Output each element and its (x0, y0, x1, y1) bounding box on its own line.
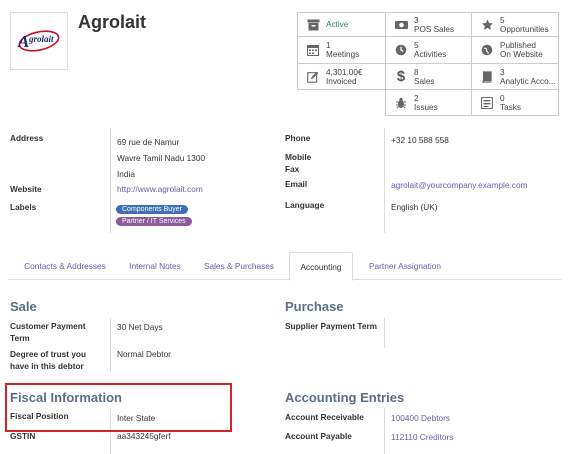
smart-buttons: Active 3 POS Sales 5 Opportunities 1 Meetin… (297, 12, 559, 116)
gstin-label: GSTIN (10, 431, 36, 441)
mobile-label: Mobile (285, 152, 312, 162)
accounting-entries-title: Accounting Entries (285, 390, 405, 405)
phone-value[interactable]: +32 10 588 558 (391, 135, 449, 145)
globe-icon (478, 44, 496, 56)
customer-payment-term-label: Customer Payment Term (10, 321, 86, 343)
purchase-section-title: Purchase (285, 299, 344, 314)
star-icon (478, 19, 496, 31)
website-label: Website (10, 184, 42, 194)
supplier-payment-term-label: Supplier Payment Term (285, 321, 378, 331)
highlight-box (5, 383, 232, 432)
address-value[interactable]: 69 rue de Namur Wavre Tamil Nadu 1300 In… (117, 134, 205, 182)
notebook-tabs: Contacts & Addresses Internal Notes Sale… (8, 252, 561, 281)
active-label: Active (326, 20, 349, 29)
website-button[interactable]: Published On Website (471, 36, 559, 64)
active-button[interactable]: Active (297, 12, 386, 37)
tab-internal-notes[interactable]: Internal Notes (120, 252, 190, 280)
gstin-value[interactable]: aa343245gferf (117, 431, 171, 441)
tab-partner-assignation[interactable]: Partner Assignation (358, 252, 452, 280)
opportunities-button[interactable]: 5 Opportunities (471, 12, 559, 37)
account-receivable-value[interactable]: 100400 Debtors (391, 413, 450, 423)
sales-button[interactable]: $ 8 Sales (385, 63, 472, 90)
email-link[interactable]: agrolait@yourcompany.example.com (391, 180, 527, 190)
language-value[interactable]: English (UK) (391, 202, 438, 212)
invoiced-button[interactable]: 4,301.00€ Invoiced (297, 63, 386, 90)
meetings-button[interactable]: 1 Meetings (297, 36, 386, 64)
book-icon (478, 70, 496, 83)
account-payable-label: Account Payable (285, 431, 352, 441)
tags-list-row2: Partner / IT Services (116, 215, 192, 226)
phone-label: Phone (285, 133, 311, 143)
tasks-icon (478, 96, 496, 109)
trust-label: Degree of trust you have in this debtor (10, 349, 87, 371)
pos-sales-button[interactable]: 3 POS Sales (385, 12, 472, 37)
sale-section-title: Sale (10, 299, 37, 314)
address-label: Address (10, 133, 44, 143)
logo-text: grolait (29, 34, 54, 44)
logo-image: A grolait (16, 21, 62, 61)
tags-list: Components Buyer (116, 203, 188, 214)
issues-button[interactable]: 2 Issues (385, 89, 472, 116)
tag-components-buyer[interactable]: Components Buyer (116, 205, 188, 214)
tasks-button[interactable]: 0 Tasks (471, 89, 559, 116)
divider (384, 408, 385, 454)
fax-label: Fax (285, 164, 300, 174)
email-label: Email (285, 179, 308, 189)
tag-partner-it-services[interactable]: Partner / IT Services (116, 217, 192, 226)
divider (110, 318, 111, 372)
divider (110, 128, 111, 233)
divider (384, 318, 385, 348)
archive-icon (304, 19, 322, 31)
tab-sales-purchases[interactable]: Sales & Purchases (195, 252, 283, 280)
partner-logo[interactable]: A grolait (10, 12, 68, 70)
divider (384, 128, 385, 233)
calendar-icon (304, 44, 322, 56)
activities-button[interactable]: 5 Activities (385, 36, 472, 64)
language-label: Language (285, 200, 325, 210)
tab-accounting[interactable]: Accounting (289, 252, 353, 281)
trust-value[interactable]: Normal Debtor (117, 349, 171, 359)
money-icon (392, 19, 410, 31)
tab-contacts-addresses[interactable]: Contacts & Addresses (12, 252, 118, 280)
pencil-square-icon (304, 71, 322, 83)
svg-text:A: A (17, 32, 29, 51)
customer-payment-term-value[interactable]: 30 Net Days (117, 322, 163, 332)
clock-icon (392, 44, 410, 56)
account-receivable-label: Account Receivable (285, 412, 364, 422)
partner-name: Agrolait (78, 12, 147, 32)
analytic-accounts-button[interactable]: 3 Analytic Acco... (471, 63, 559, 90)
website-link[interactable]: http://www.agrolait.com (117, 184, 203, 194)
dollar-icon: $ (396, 68, 406, 85)
bug-icon (392, 97, 410, 109)
account-payable-value[interactable]: 112110 Creditors (391, 432, 453, 442)
labels-label: Labels (10, 202, 37, 212)
